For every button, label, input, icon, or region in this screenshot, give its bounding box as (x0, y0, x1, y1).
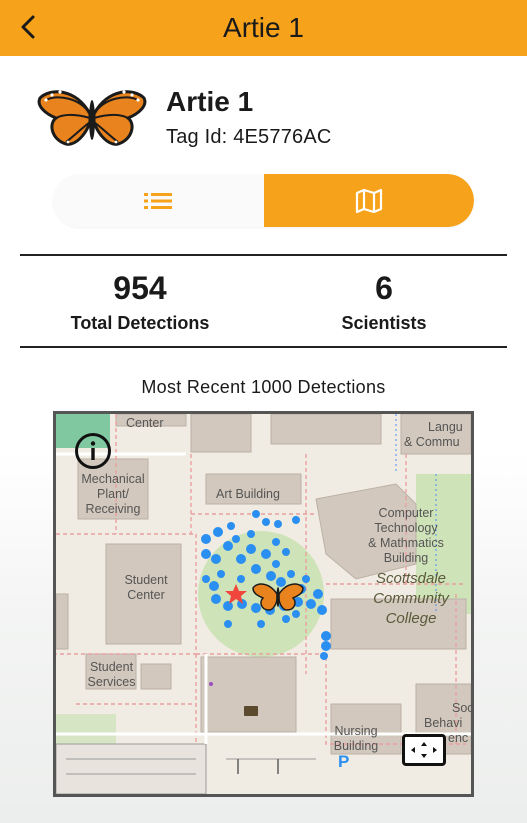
stats-panel: 954 Total Detections 6 Scientists (20, 254, 507, 348)
map-icon (355, 188, 383, 213)
map-label: Scottsdale Community College (356, 569, 466, 629)
map-label: Student (124, 573, 168, 587)
map-label: College (385, 610, 437, 627)
map-label: Student (89, 660, 134, 674)
map-label: Student Center (114, 573, 178, 603)
detections-map[interactable]: Center Langu & Commu Mechanical Plant/ R… (53, 411, 474, 797)
map-caption: Most Recent 1000 Detections (141, 377, 386, 397)
scientists-value: 6 (375, 270, 393, 306)
info-button[interactable] (74, 432, 112, 470)
parking-label: P (338, 752, 350, 771)
map-label: Center (127, 588, 165, 602)
info-icon (75, 433, 111, 469)
map-label: Mechanical (81, 472, 145, 486)
map-label: Receiving (85, 502, 141, 516)
map-label: enc (448, 731, 469, 745)
scientists-label: Scientists (341, 313, 427, 333)
map-label: Art Building (216, 487, 280, 501)
app-header: Artie 1 (0, 0, 527, 56)
map-label: Soci (452, 701, 474, 715)
chevron-left-icon (21, 15, 35, 39)
view-toggle (53, 174, 474, 227)
map-label: Center (126, 416, 164, 430)
map-label: Computer (378, 506, 434, 520)
map-label: Scottsdale (375, 570, 447, 587)
map-label: & Mathmatics (368, 536, 444, 550)
map-label: Computer Technology & Mathmatics Buildin… (356, 506, 456, 566)
butterfly-name: Artie 1 (166, 86, 254, 117)
list-icon (144, 192, 172, 209)
page-title: Artie 1 (223, 12, 304, 43)
map-label: & Commu (404, 435, 460, 449)
tag-id: Tag Id: 4E5776AC (166, 126, 332, 148)
back-button[interactable] (14, 12, 44, 42)
map-label: Langu (428, 420, 463, 434)
total-detections-label: Total Detections (70, 313, 210, 333)
fullscreen-icon (411, 742, 437, 758)
map-label: Nursing Building (328, 724, 384, 754)
map-label: Mechanical Plant/ Receiving (78, 472, 148, 517)
monarch-butterfly-icon (37, 90, 147, 146)
fullscreen-button[interactable] (402, 734, 446, 766)
map-label: Student Services (84, 660, 139, 690)
list-view-button[interactable] (53, 174, 263, 227)
map-label: Behavi (424, 716, 463, 730)
map-label: Building (333, 739, 379, 753)
map-label: Technology (374, 521, 438, 535)
map-label: Community (373, 590, 449, 607)
scientists-stat: 6 Scientists (264, 270, 504, 334)
map-label: Services (87, 675, 136, 689)
profile-section: Artie 1 Tag Id: 4E5776AC (36, 84, 496, 160)
map-label: Building (383, 551, 429, 565)
map-label: Plant/ (97, 487, 129, 501)
map-view-button[interactable] (264, 174, 474, 227)
map-label: Nursing (334, 724, 378, 738)
total-detections-stat: 954 Total Detections (20, 270, 260, 334)
total-detections-value: 954 (113, 270, 167, 306)
